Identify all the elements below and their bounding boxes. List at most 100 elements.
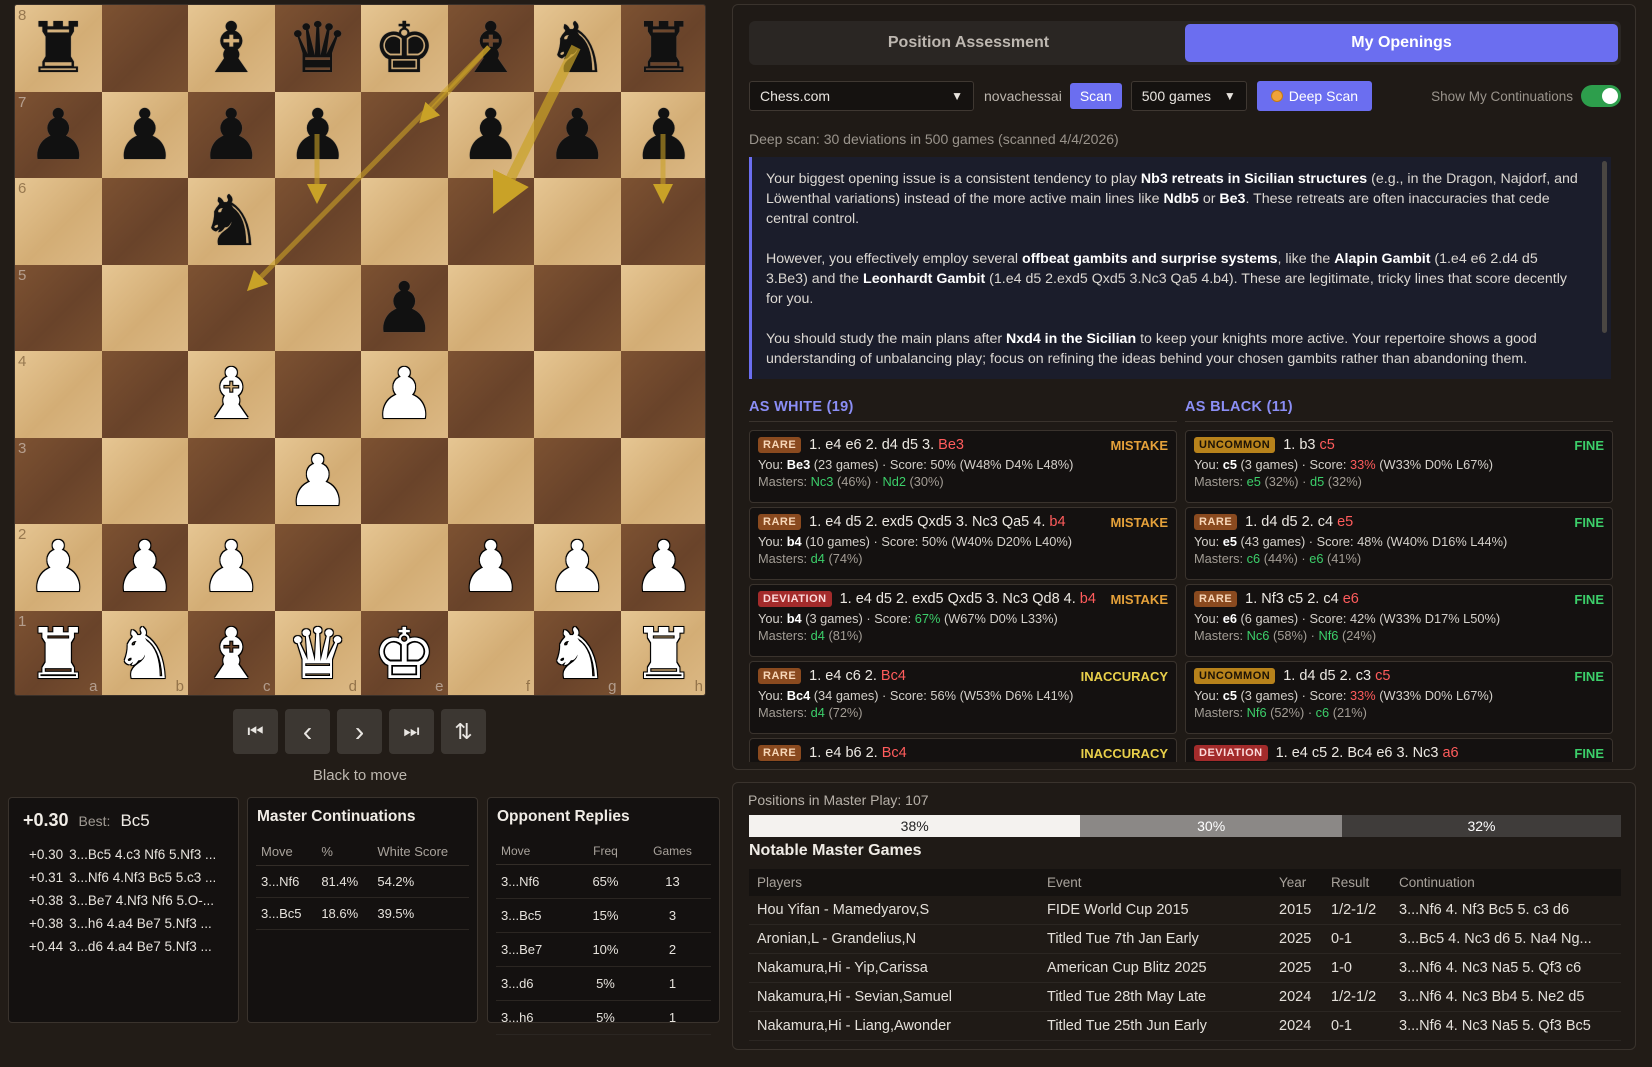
square-f1[interactable]: f [447,610,534,695]
square-h4[interactable] [620,351,705,438]
square-e3[interactable] [361,437,448,524]
game-row[interactable]: Nakamura,Hi - Sevian,Samuel Titled Tue 28… [749,982,1621,1012]
flip-board-button[interactable]: ⇅ [441,709,486,754]
square-a2[interactable]: 2 ♟ [15,524,102,611]
prev-move-button[interactable]: ‹ [285,709,330,754]
square-d8[interactable]: ♛ [274,5,362,92]
black-pawn-icon[interactable]: ♟ [448,92,535,179]
square-b6[interactable] [101,178,188,265]
advice-scrollbar[interactable] [1602,161,1607,333]
square-b2[interactable]: ♟ [101,524,189,611]
square-g3[interactable] [534,437,621,524]
square-g7[interactable]: ♟ [534,91,621,178]
square-h1[interactable]: h ♜ [620,610,706,696]
square-a3[interactable]: 3 [15,437,102,524]
square-g1[interactable]: g ♞ [534,610,621,696]
square-h2[interactable]: ♟ [620,524,705,611]
square-h7[interactable]: ♟ [620,91,706,179]
white-queen-icon[interactable]: ♛ [275,611,362,696]
opening-card[interactable]: UNCOMMON 1. d4 d5 2. c3 c5 FINE You: c5 (3 … [1185,661,1613,734]
white-pawn-icon[interactable]: ♟ [275,438,362,525]
engine-line[interactable]: +0.30 3...Bc5 4.c3 Nf6 5.Nf3 ... [17,843,230,866]
white-rook-icon[interactable]: ♜ [15,611,102,696]
white-rook-icon[interactable]: ♜ [621,611,706,696]
white-pawn-icon[interactable]: ♟ [102,524,189,611]
square-e8[interactable]: ♚ [361,5,448,92]
next-move-button[interactable]: › [337,709,382,754]
square-d5[interactable] [274,264,361,351]
square-g4[interactable] [534,351,621,438]
table-row[interactable]: 3...Bc5 18.6% 39.5% [256,897,469,930]
game-row[interactable]: Nakamura,Hi - Yip,Carissa American Cup Bl… [749,953,1621,983]
scan-button[interactable]: Scan [1069,83,1122,109]
square-f7[interactable]: ♟ [447,91,535,179]
square-f4[interactable] [447,351,534,438]
square-c1[interactable]: c ♝ [188,610,275,695]
opening-card[interactable]: RARE 1. e4 d5 2. exd5 Qxd5 3. Nc3 Qa5 4. … [749,507,1177,580]
last-move-button[interactable]: ⏭ [389,709,434,754]
table-row[interactable]: 3...Nf6 81.4% 54.2% [256,865,469,898]
square-e6[interactable] [361,178,448,265]
white-pawn-icon[interactable]: ♟ [361,351,448,438]
black-pawn-icon[interactable]: ♟ [102,92,189,179]
games-count-select[interactable]: 500 games ▼ [1130,81,1247,111]
black-king-icon[interactable]: ♚ [361,5,448,92]
square-a5[interactable]: 5 [15,264,102,351]
table-row[interactable]: 3...h6 5% 1 [496,1000,711,1035]
black-pawn-icon[interactable]: ♟ [275,92,362,179]
square-d3[interactable]: ♟ [274,437,362,525]
table-row[interactable]: 3...d6 5% 1 [496,966,711,1001]
black-pawn-icon[interactable]: ♟ [15,92,102,179]
game-row[interactable]: Nakamura,Hi - Liang,Awonder Titled Tue 25… [749,1011,1621,1041]
table-row[interactable]: 3...Nf6 65% 13 [496,864,711,899]
table-row[interactable]: 3...Bc5 15% 3 [496,898,711,933]
square-b4[interactable] [101,351,188,438]
square-g2[interactable]: ♟ [534,524,621,611]
square-g5[interactable] [534,264,621,351]
square-a7[interactable]: 7 ♟ [15,91,102,179]
square-e1[interactable]: e ♚ [361,610,448,696]
opening-card[interactable]: RARE 1. Nf3 c5 2. c4 e6 FINE You: e6 (6 gam… [1185,584,1613,657]
square-h3[interactable] [620,437,705,524]
black-bishop-icon[interactable]: ♝ [448,5,535,92]
black-queen-icon[interactable]: ♛ [275,5,362,92]
opening-card[interactable]: DEVIATION 1. e4 d5 2. exd5 Qxd5 3. Nc3 Qd… [749,584,1177,657]
tab-my-openings[interactable]: My Openings [1185,24,1618,62]
square-b3[interactable] [101,437,188,524]
white-pawn-icon[interactable]: ♟ [534,524,621,611]
black-rook-icon[interactable]: ♜ [621,5,706,92]
square-c6[interactable]: ♞ [188,178,275,265]
square-h8[interactable]: ♜ [620,5,706,92]
square-c2[interactable]: ♟ [188,524,275,611]
black-pawn-icon[interactable]: ♟ [361,265,448,352]
square-b1[interactable]: b ♞ [101,610,188,695]
show-continuations-toggle[interactable] [1581,85,1621,107]
tab-position-assessment[interactable]: Position Assessment [752,24,1185,62]
square-e2[interactable] [361,524,448,611]
table-row[interactable]: 3...Be7 10% 2 [496,932,711,967]
square-d1[interactable]: d ♛ [274,610,362,696]
white-king-icon[interactable]: ♚ [361,611,448,696]
white-bishop-icon[interactable]: ♝ [188,351,275,438]
square-d6[interactable] [274,178,361,265]
black-bishop-icon[interactable]: ♝ [188,5,275,92]
game-row[interactable]: Aronian,L - Grandelius,N Titled Tue 7th J… [749,924,1621,954]
opening-card[interactable]: RARE 1. e4 e6 2. d4 d5 3. Be3 MISTAKE You: … [749,430,1177,503]
square-b8[interactable] [101,5,188,92]
white-pawn-icon[interactable]: ♟ [15,524,102,611]
black-pawn-icon[interactable]: ♟ [188,92,275,179]
opening-card[interactable]: RARE 1. e4 c6 2. Bc4 INACCURACY You: Bc4 (3… [749,661,1177,734]
first-move-button[interactable]: ⏮ [233,709,278,754]
black-pawn-icon[interactable]: ♟ [621,92,706,179]
square-h5[interactable] [620,264,705,351]
square-c4[interactable]: ♝ [188,351,275,438]
square-d7[interactable]: ♟ [274,91,362,179]
square-a6[interactable]: 6 [15,178,102,265]
engine-line[interactable]: +0.38 3...Be7 4.Nf3 Nf6 5.O-... [17,889,230,912]
square-c5[interactable] [188,264,275,351]
square-a8[interactable]: 8 ♜ [15,5,102,92]
square-c7[interactable]: ♟ [188,91,275,179]
white-knight-icon[interactable]: ♞ [534,611,621,696]
game-row[interactable]: Hou Yifan - Mamedyarov,S FIDE World Cup 2… [749,896,1621,925]
square-g6[interactable] [534,178,621,265]
